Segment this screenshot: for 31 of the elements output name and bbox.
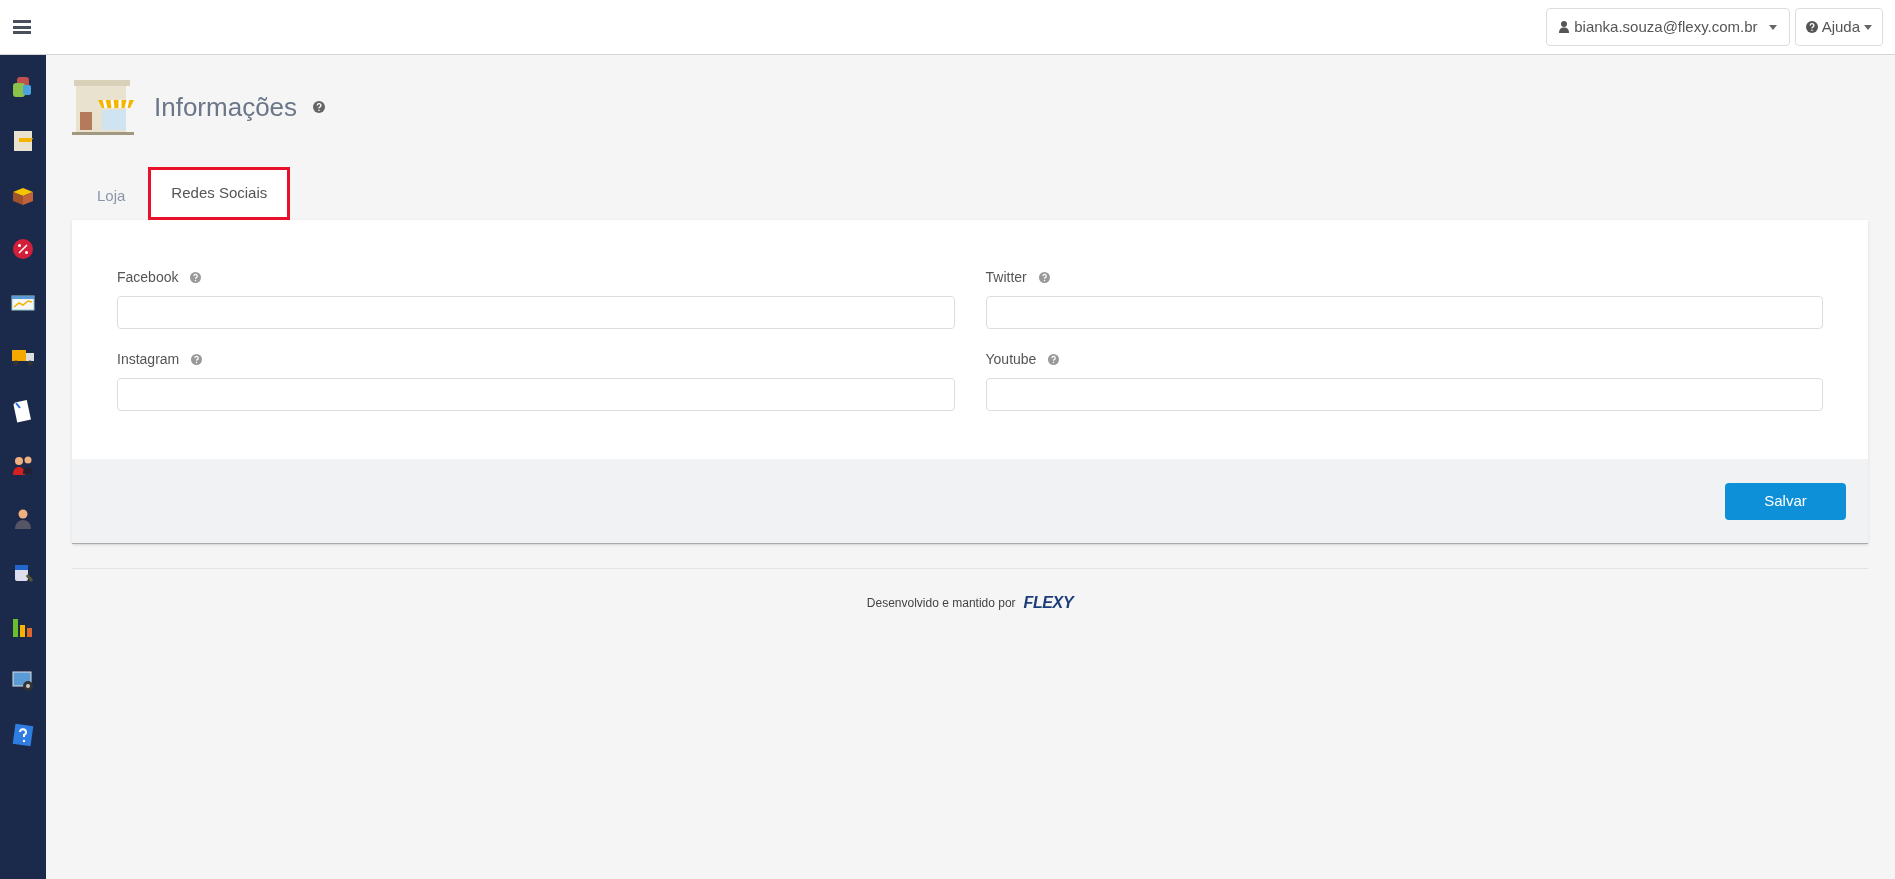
menu-icon[interactable] (13, 20, 31, 34)
help-icon[interactable] (191, 354, 203, 365)
brand-logo: FLEXY (1023, 593, 1074, 613)
input-field[interactable] (985, 296, 1823, 329)
sidebar-item[interactable] (11, 669, 35, 693)
monitor-gear-icon (11, 669, 35, 693)
field-label: Youtube (985, 350, 1037, 369)
input-field[interactable] (117, 296, 955, 329)
help-icon[interactable] (1048, 354, 1060, 365)
help-grid-icon (11, 723, 35, 747)
help-icon[interactable] (313, 101, 326, 113)
percent-badge-icon (11, 237, 35, 261)
footer-text: Desenvolvido e mantido por (866, 595, 1016, 612)
help-icon[interactable] (190, 272, 202, 283)
sidebar-item[interactable] (11, 237, 35, 261)
field-label: Facebook (117, 268, 179, 287)
tab[interactable]: Redes Sociais (148, 167, 291, 220)
sidebar-item[interactable] (11, 723, 35, 747)
help-icon[interactable] (1038, 272, 1050, 283)
page-title: Informações (154, 90, 298, 124)
field-label: Twitter (985, 268, 1027, 287)
caret-icon (1768, 24, 1777, 30)
help-icon (1805, 21, 1818, 33)
field-label: Instagram (117, 350, 180, 369)
user-icon (1559, 21, 1570, 33)
help-menu-button[interactable]: Ajuda (1794, 8, 1883, 46)
save-button[interactable]: Salvar (1725, 482, 1846, 520)
caret-icon (1864, 24, 1872, 30)
input-field[interactable] (117, 378, 955, 411)
input-field[interactable] (985, 378, 1823, 411)
user-menu-button[interactable]: bianka.souza@flexy.com.br (1546, 8, 1790, 46)
